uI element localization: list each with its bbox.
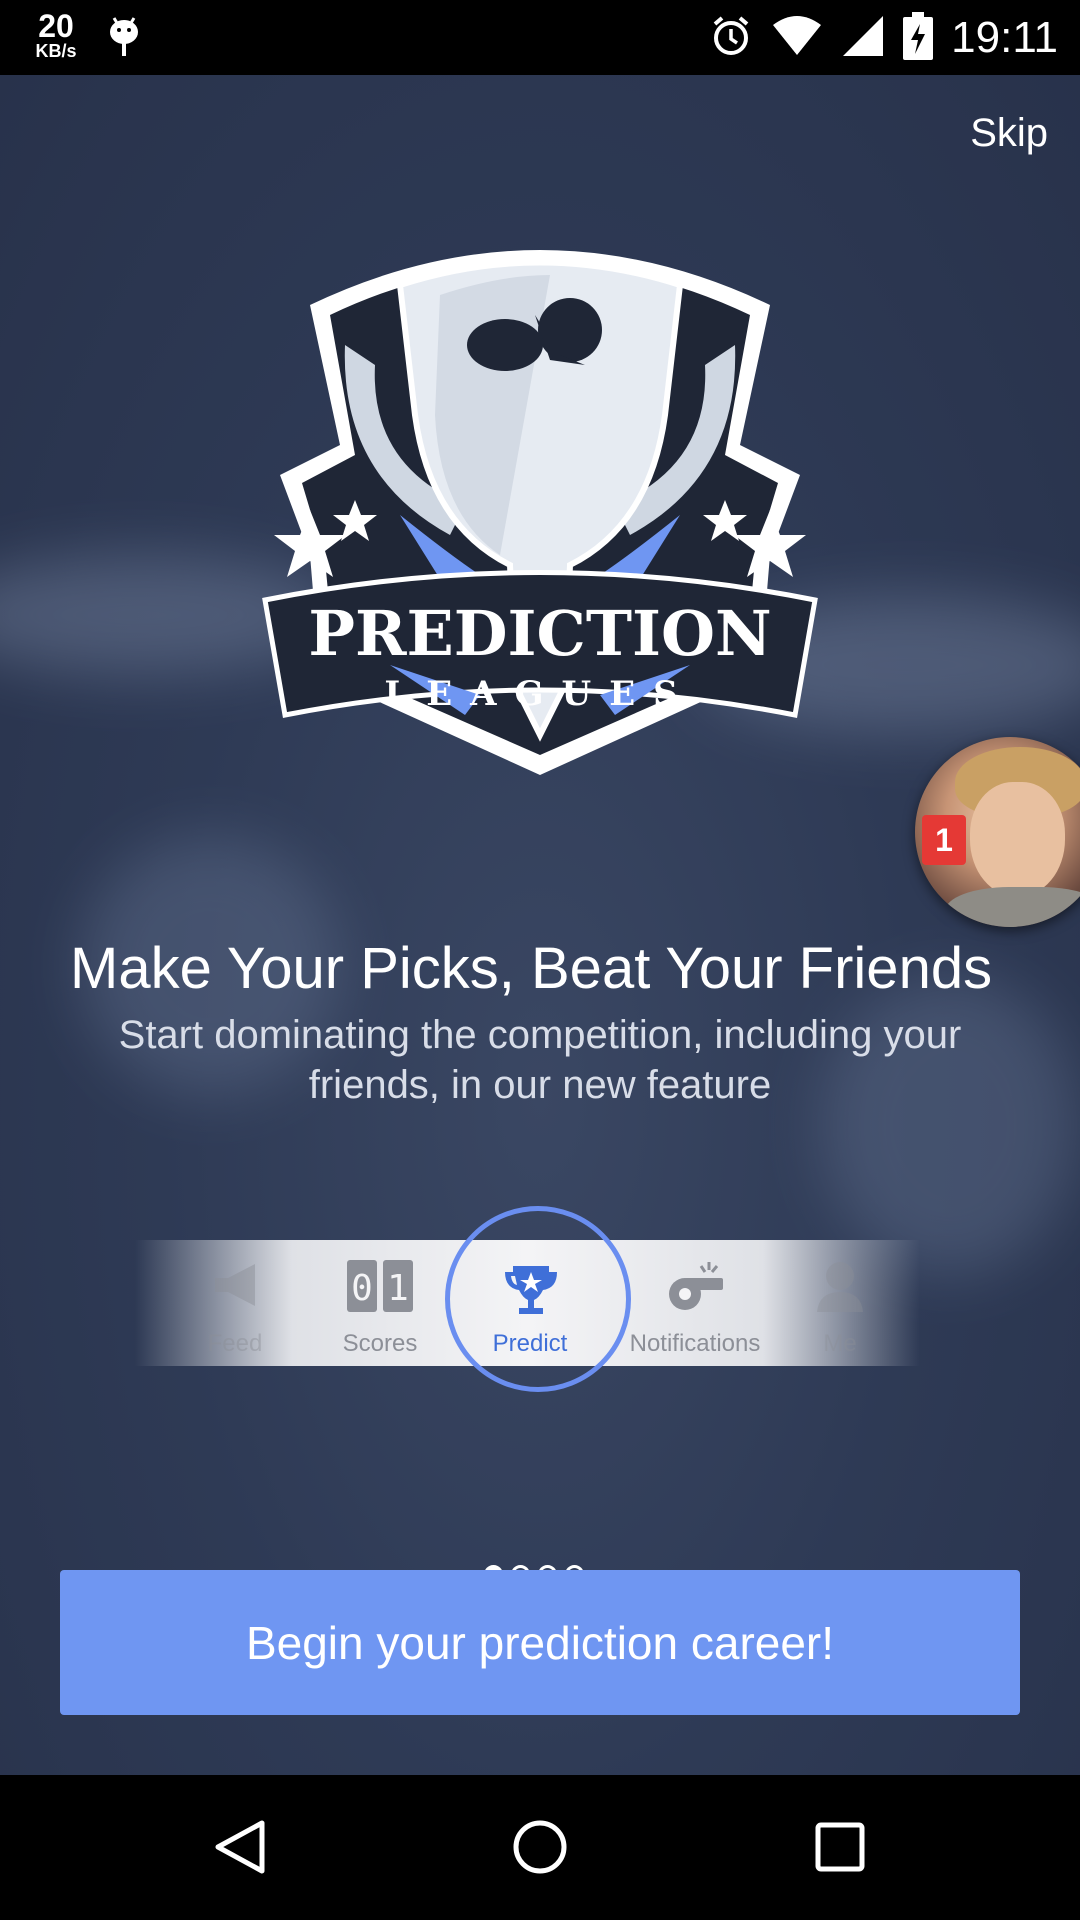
navigation-bar	[0, 1775, 1080, 1920]
wifi-icon	[771, 15, 823, 62]
home-icon[interactable]	[510, 1817, 570, 1877]
preview-tab-label: Me	[823, 1330, 857, 1357]
person-icon	[815, 1260, 865, 1319]
alarm-icon	[709, 14, 753, 63]
preview-tab-label: Scores	[342, 1330, 418, 1357]
network-speed-value: 20	[38, 8, 74, 44]
megaphone-icon	[210, 1260, 270, 1317]
preview-tab-me: Me	[775, 1240, 905, 1366]
chat-head-badge: 1	[922, 815, 966, 865]
onboarding-title: Make Your Picks, Beat Your Friends	[70, 936, 993, 1001]
preview-tab-notifications: Notifications	[615, 1240, 775, 1366]
clock: 19:11	[951, 13, 1058, 62]
svg-text:0: 0	[351, 1268, 373, 1309]
logo-subtitle: LEAGUES	[384, 674, 695, 714]
status-bar: 20 KB/s 19:11	[0, 0, 1080, 75]
preview-tab-scores: 01 Scores	[305, 1240, 455, 1366]
preview-tab-label: Feed	[207, 1330, 263, 1357]
network-speed: 20 KB/s	[26, 10, 86, 60]
svg-text:1: 1	[387, 1268, 409, 1309]
logo-title: PREDICTION	[308, 597, 771, 670]
preview-tab-label: Notifications	[629, 1330, 761, 1357]
onboarding-screen: Skip PREDICTION LEAGUES Make Your Picks,…	[0, 75, 1080, 1775]
avatar-face	[970, 782, 1065, 897]
signal-icon	[841, 14, 885, 63]
begin-career-button[interactable]: Begin your prediction career!	[60, 1570, 1020, 1715]
recents-icon[interactable]	[810, 1817, 870, 1877]
prediction-leagues-logo: PREDICTION LEAGUES	[250, 215, 830, 785]
scoreboard-icon: 01	[347, 1260, 413, 1319]
preview-tab-feed: Feed	[155, 1240, 315, 1366]
highlight-ring	[445, 1206, 631, 1392]
android-icon	[106, 12, 142, 65]
back-icon[interactable]	[210, 1817, 270, 1877]
battery-charging-icon	[903, 11, 934, 65]
avatar-shirt	[945, 887, 1080, 927]
skip-button[interactable]: Skip	[970, 111, 1048, 156]
onboarding-subtitle: Start dominating the competition, includ…	[118, 1013, 962, 1107]
network-speed-unit: KB/s	[35, 41, 77, 61]
whistle-icon	[663, 1258, 727, 1321]
